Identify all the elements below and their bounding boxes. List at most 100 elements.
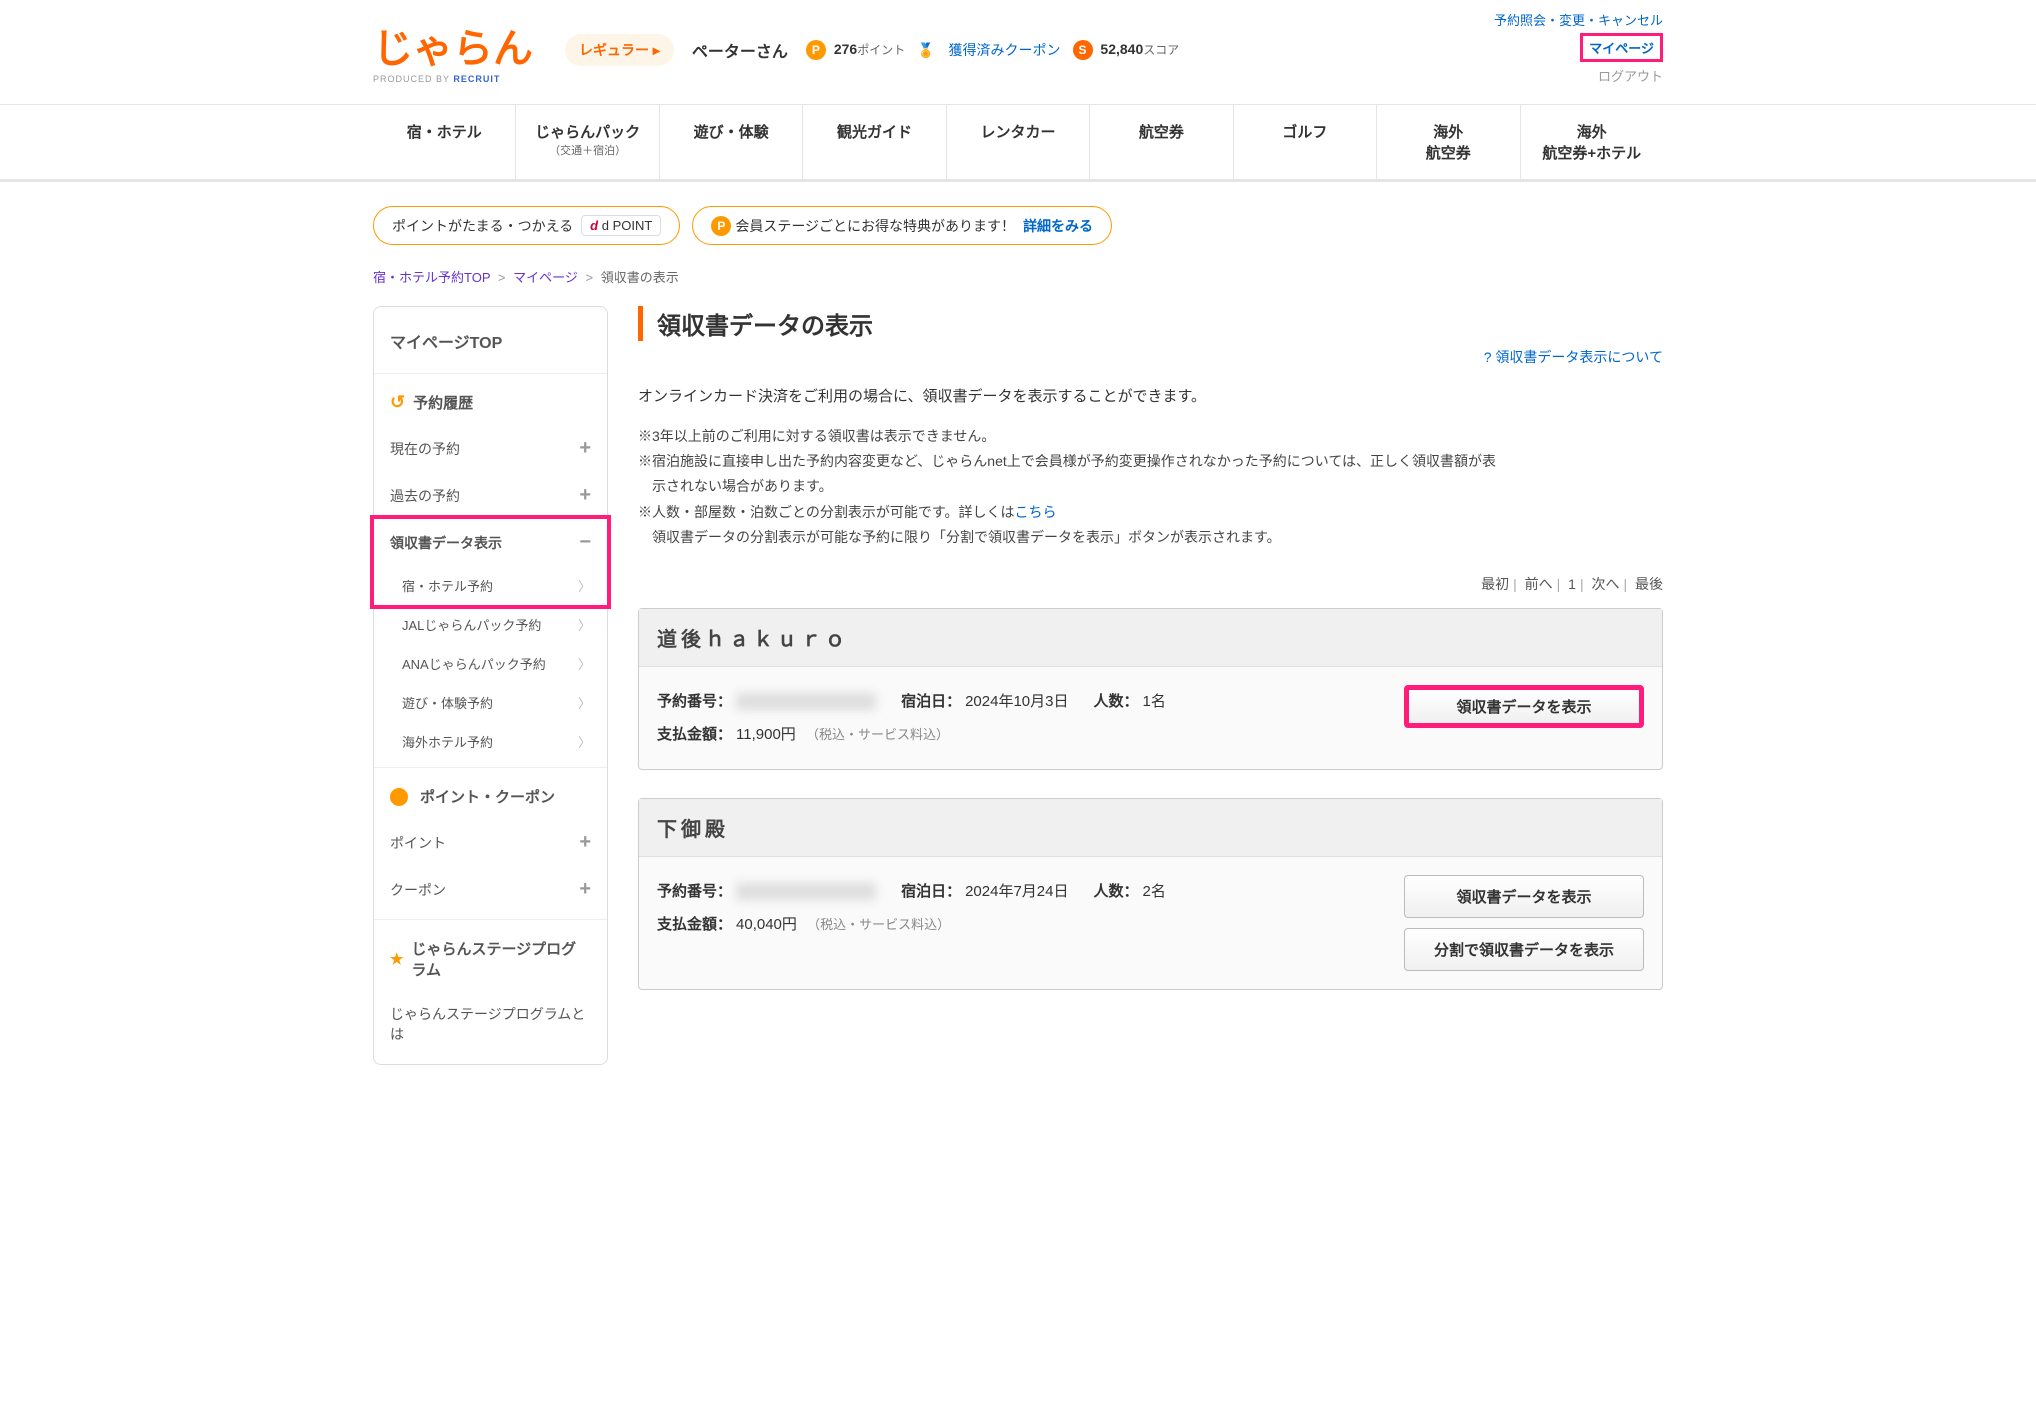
gnav-item-6[interactable]: ゴルフ: [1233, 105, 1376, 179]
hotel-name: 道後ｈａｋｕｒｏ: [639, 609, 1662, 667]
points-block[interactable]: P 276ポイント: [806, 40, 905, 60]
dpoint-pill[interactable]: ポイントがたまる・つかえる d d POINT: [373, 206, 680, 245]
chevron-right-icon: 〉: [578, 615, 591, 634]
reservation-number: XXXXXXXX: [736, 883, 876, 900]
sidebar-sub-jal[interactable]: JALじゃらんパック予約〉: [374, 605, 607, 644]
chevron-right-icon: 〉: [578, 732, 591, 751]
user-name: ペーターさん: [692, 38, 788, 62]
gnav-item-2[interactable]: 遊び・体験: [659, 105, 802, 179]
pager-prev[interactable]: 前へ: [1525, 576, 1553, 592]
chevron-right-icon: 〉: [578, 576, 591, 595]
gnav-item-0[interactable]: 宿・ホテル: [373, 105, 515, 179]
history-icon: ↺: [390, 392, 405, 413]
breadcrumb: 宿・ホテル予約TOP > マイページ > 領収書の表示: [373, 263, 1663, 306]
pager-first[interactable]: 最初: [1481, 576, 1509, 592]
crumb-top[interactable]: 宿・ホテル予約TOP: [373, 270, 490, 285]
booking-info: 予約番号：XXXXXXXX 宿泊日：2024年7月24日 人数：2名 支払金額：…: [657, 875, 1384, 941]
crumb-current: 領収書の表示: [601, 270, 679, 285]
sidebar-receipt-header[interactable]: 領収書データ表示−: [374, 519, 607, 566]
pager-page: 1: [1568, 576, 1576, 592]
booking-card: 道後ｈａｋｕｒｏ 予約番号：XXXXXXXX 宿泊日：2024年10月3日 人数…: [638, 608, 1663, 770]
dpoint-badge: d d POINT: [581, 215, 661, 236]
sidebar-stage-about[interactable]: じゃらんステージプログラムとは: [374, 992, 607, 1056]
booking-card: 下御殿 予約番号：XXXXXXXX 宿泊日：2024年7月24日 人数：2名 支…: [638, 798, 1663, 990]
expand-icon: +: [579, 831, 591, 854]
points-value: 276: [834, 41, 857, 57]
sidebar-top[interactable]: マイページTOP: [374, 315, 607, 367]
sidebar-points[interactable]: ポイント+: [374, 819, 607, 866]
member-rank-badge[interactable]: レギュラー ▸: [565, 34, 674, 66]
sidebar-current-res[interactable]: 現在の予約+: [374, 425, 607, 472]
mypage-link[interactable]: マイページ: [1580, 33, 1663, 62]
card-actions: 領収書データを表示分割で領収書データを表示: [1404, 875, 1644, 971]
intro-text: オンラインカード決済をご利用の場合に、領収書データを表示することができます。: [638, 385, 1663, 406]
crumb-mypage[interactable]: マイページ: [513, 270, 578, 285]
points-icon: P: [806, 40, 826, 60]
sidebar-stage-header: ★ じゃらんステージプログラム: [374, 926, 607, 992]
sidebar-points-header: P ポイント・クーポン: [374, 774, 607, 819]
collapse-icon: −: [579, 531, 591, 554]
expand-icon: +: [579, 484, 591, 507]
gnav-item-8[interactable]: 海外航空券+ホテル: [1520, 105, 1663, 179]
pager-last[interactable]: 最後: [1635, 576, 1663, 592]
star-icon: ★: [390, 950, 403, 968]
gnav-item-4[interactable]: レンタカー: [946, 105, 1089, 179]
logo-subtext: PRODUCED BY RECRUIT: [373, 74, 553, 84]
reservation-number: XXXXXXXX: [736, 693, 876, 710]
sidebar: マイページTOP ↺ 予約履歴 現在の予約+ 過去の予約+ 領収書データ表示− …: [373, 306, 608, 1065]
header: じゃらん PRODUCED BY RECRUIT レギュラー ▸ ペーターさん …: [373, 0, 1663, 94]
sidebar-receipt-highlight: 領収書データ表示− 宿・ホテル予約〉: [370, 515, 611, 609]
hotel-name: 下御殿: [639, 799, 1662, 857]
split-receipt-button[interactable]: 分割で領収書データを表示: [1404, 928, 1644, 971]
notes: ※3年以上前のご利用に対する領収書は表示できません。 ※宿泊施設に直接申し出た予…: [638, 424, 1663, 550]
show-receipt-button[interactable]: 領収書データを表示: [1404, 875, 1644, 918]
coupon-link[interactable]: 🏅 獲得済みクーポン: [917, 40, 1060, 60]
main-content: 領収書データの表示 領収書データ表示について オンラインカード決済をご利用の場合…: [638, 306, 1663, 1018]
guest-count: 2名: [1143, 883, 1166, 900]
expand-icon: +: [579, 878, 591, 901]
p-icon: P: [711, 216, 731, 236]
gnav-item-7[interactable]: 海外航空券: [1376, 105, 1519, 179]
help-link[interactable]: 領収書データ表示について: [1495, 349, 1663, 365]
tax-note: （税込・サービス料込）: [807, 917, 950, 932]
global-nav: 宿・ホテルじゃらんパック（交通＋宿泊）遊び・体験観光ガイドレンタカー航空券ゴルフ…: [0, 104, 2036, 182]
score-icon: S: [1073, 40, 1093, 60]
sidebar-history-header: ↺ 予約履歴: [374, 380, 607, 425]
logo[interactable]: じゃらん PRODUCED BY RECRUIT: [373, 16, 553, 84]
detail-link[interactable]: 詳細をみる: [1023, 216, 1093, 236]
chevron-right-icon: 〉: [578, 654, 591, 673]
p-icon: P: [390, 788, 408, 806]
tax-note: （税込・サービス料込）: [806, 727, 949, 742]
sidebar-sub-ana[interactable]: ANAじゃらんパック予約〉: [374, 644, 607, 683]
medal-icon: 🏅: [917, 42, 934, 58]
stay-date: 2024年10月3日: [965, 693, 1068, 710]
card-actions: 領収書データを表示: [1404, 685, 1644, 728]
logout-link[interactable]: ログアウト: [1494, 66, 1663, 85]
chevron-right-icon: 〉: [578, 693, 591, 712]
promo-pills: ポイントがたまる・つかえる d d POINT P 会員ステージごとにお得な特典…: [373, 182, 1663, 263]
guest-count: 1名: [1143, 693, 1166, 710]
show-receipt-button[interactable]: 領収書データを表示: [1404, 685, 1644, 728]
expand-icon: +: [579, 437, 591, 460]
page-title: 領収書データの表示: [638, 306, 1663, 341]
pager: 最初| 前へ| 1| 次へ| 最後: [638, 574, 1663, 594]
reservation-lookup-link[interactable]: 予約照会・変更・キャンセル: [1494, 10, 1663, 29]
pager-next[interactable]: 次へ: [1591, 576, 1619, 592]
score-block: S 52,840スコア: [1073, 40, 1180, 60]
amount: 11,900円: [736, 726, 796, 743]
sidebar-sub-overseas[interactable]: 海外ホテル予約〉: [374, 722, 607, 761]
gnav-item-3[interactable]: 観光ガイド: [802, 105, 945, 179]
sidebar-sub-hotel[interactable]: 宿・ホテル予約〉: [374, 566, 607, 605]
booking-info: 予約番号：XXXXXXXX 宿泊日：2024年10月3日 人数：1名 支払金額：…: [657, 685, 1384, 751]
amount: 40,040円: [736, 916, 797, 933]
gnav-item-5[interactable]: 航空券: [1089, 105, 1232, 179]
stay-date: 2024年7月24日: [965, 883, 1068, 900]
sidebar-past-res[interactable]: 過去の予約+: [374, 472, 607, 519]
split-detail-link[interactable]: こちら: [1014, 504, 1056, 520]
gnav-item-1[interactable]: じゃらんパック（交通＋宿泊）: [515, 105, 658, 179]
stage-benefit-pill[interactable]: P 会員ステージごとにお得な特典があります！ 詳細をみる: [692, 206, 1112, 245]
sidebar-sub-activity[interactable]: 遊び・体験予約〉: [374, 683, 607, 722]
logo-text: じゃらん: [373, 16, 553, 74]
score-value: 52,840: [1100, 41, 1143, 57]
sidebar-coupons[interactable]: クーポン+: [374, 866, 607, 913]
